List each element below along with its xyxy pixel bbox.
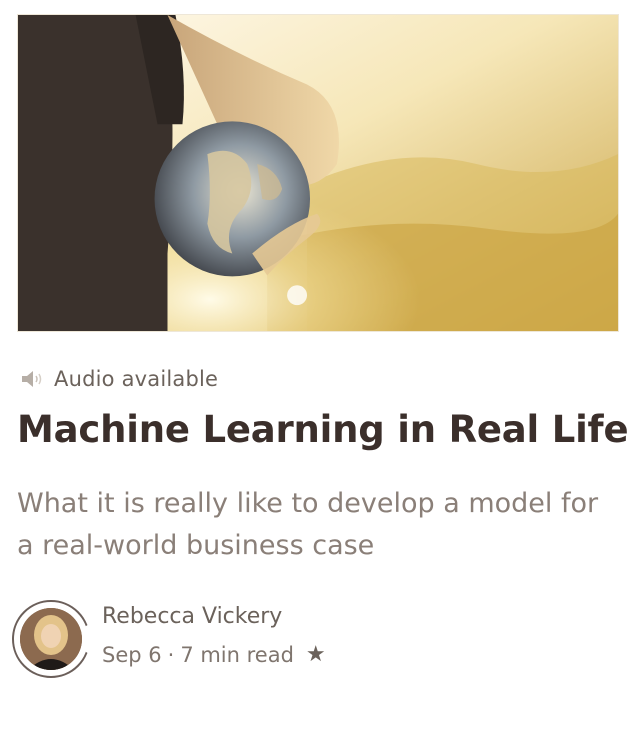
author-name[interactable]: Rebecca Vickery xyxy=(102,602,326,632)
star-icon[interactable]: ★ xyxy=(306,644,326,666)
article-title[interactable]: Machine Learning in Real Life xyxy=(17,408,629,452)
avatar-image xyxy=(20,608,82,670)
globe-in-hand-illustration xyxy=(18,15,618,331)
audio-available-indicator[interactable]: Audio available xyxy=(20,365,218,393)
article-meta: Sep 6 · 7 min read ★ xyxy=(102,640,326,670)
publish-date: Sep 6 xyxy=(102,643,162,667)
article-hero-image[interactable] xyxy=(17,14,619,332)
speaker-icon xyxy=(20,365,54,393)
avatar[interactable] xyxy=(12,600,90,678)
audio-label: Audio available xyxy=(54,367,219,391)
author-block: Rebecca Vickery Sep 6 · 7 min read ★ xyxy=(12,600,326,678)
article-subtitle[interactable]: What it is really like to develop a mode… xyxy=(17,483,617,567)
read-time: 7 min read xyxy=(180,643,294,667)
meta-separator: · xyxy=(167,643,175,667)
